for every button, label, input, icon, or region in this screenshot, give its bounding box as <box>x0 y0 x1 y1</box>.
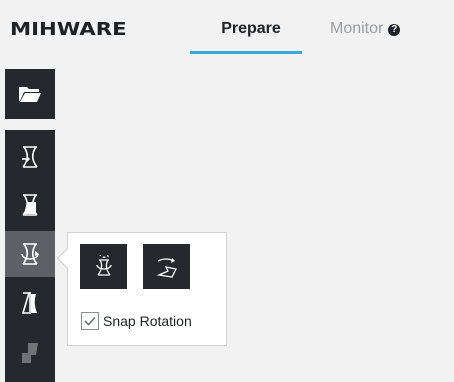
rotate-around-axis-icon <box>95 254 112 276</box>
app-logo: MIHWARE <box>10 19 127 40</box>
tools-toolbar <box>5 130 55 382</box>
move-tool-button[interactable] <box>5 134 55 180</box>
support-tool-button[interactable] <box>5 330 55 376</box>
popup-pointer <box>56 247 79 270</box>
mirror-tool-button[interactable] <box>5 280 55 326</box>
support-icon <box>22 343 38 363</box>
scale-tool-button[interactable] <box>5 182 55 228</box>
rotate-icon <box>21 243 39 265</box>
lay-flat-button[interactable] <box>143 244 190 289</box>
tab-prepare[interactable]: Prepare <box>190 20 302 54</box>
open-file-button[interactable] <box>5 69 55 119</box>
snap-rotation-checkbox[interactable] <box>81 312 99 330</box>
tab-prepare-label: Prepare <box>221 20 281 37</box>
move-icon <box>22 146 38 168</box>
lay-flat-icon <box>156 257 177 278</box>
rotate-around-axis-button[interactable] <box>80 244 127 289</box>
folder-open-icon <box>19 87 41 102</box>
tab-monitor-label: Monitor <box>330 20 384 37</box>
top-bar: MIHWARE Prepare Monitor? <box>0 0 454 58</box>
active-tab-underline <box>190 51 302 54</box>
snap-rotation-option[interactable]: Snap Rotation <box>81 310 192 332</box>
scale-icon <box>22 194 38 216</box>
tab-monitor[interactable]: Monitor? <box>330 20 401 54</box>
rotate-options-popup: Snap Rotation <box>56 232 227 346</box>
rotate-tool-button[interactable] <box>5 231 55 277</box>
checkmark-icon <box>84 316 96 326</box>
mirror-icon <box>21 292 37 314</box>
snap-rotation-label: Snap Rotation <box>103 313 192 329</box>
question-circle-icon[interactable]: ? <box>388 24 401 36</box>
